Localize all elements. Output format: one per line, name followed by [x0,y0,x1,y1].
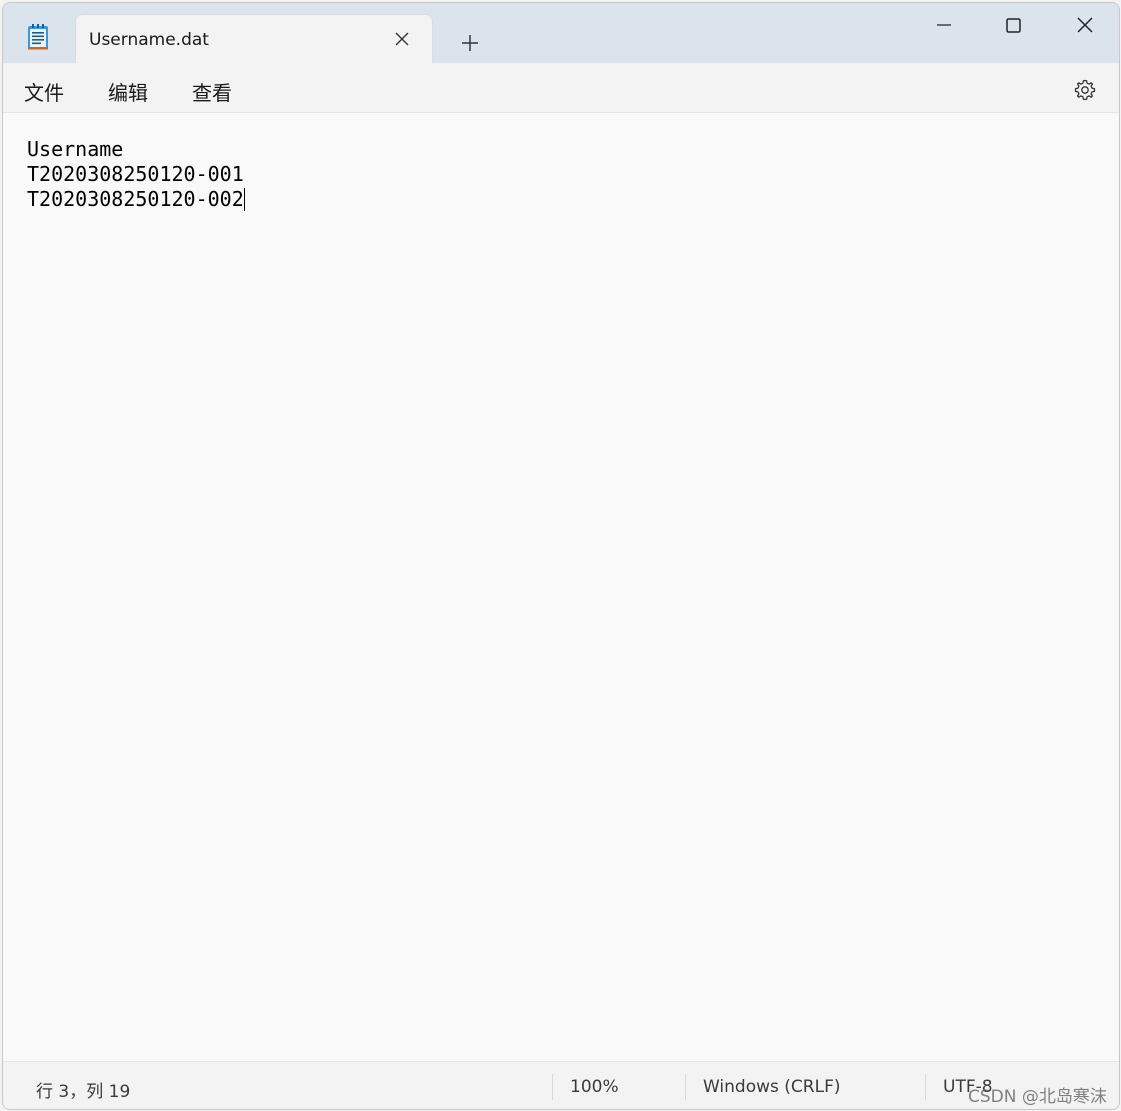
notepad-icon [28,24,48,50]
zoom-level[interactable]: 100% [570,1077,619,1097]
menu-edit[interactable]: 编辑 [108,77,148,106]
menu-bar: 文件 编辑 查看 [3,63,1119,113]
close-icon[interactable] [392,29,412,49]
text-line-content: T2020308250120-002 [27,187,244,211]
title-bar: Username.dat [3,3,1119,63]
text-line: T2020308250120-001 [27,162,244,186]
text-caret [243,188,245,211]
text-line: Username [27,137,124,161]
status-divider [552,1074,553,1100]
cursor-position: 行 3，列 19 [36,1082,131,1102]
close-icon[interactable] [1069,13,1101,41]
status-divider [925,1074,926,1100]
tab-username-dat[interactable]: Username.dat [75,14,433,63]
notepad-window: Username.dat 文件 编辑 查看 Username T20203082… [2,2,1120,1110]
status-bar: 行 3，列 19 100% Windows (CRLF) UTF-8 [3,1061,1119,1109]
plus-icon[interactable] [455,29,485,57]
maximize-icon[interactable] [997,13,1029,41]
menu-file[interactable]: 文件 [24,77,64,106]
gear-icon[interactable] [1073,78,1097,102]
status-divider [685,1074,686,1100]
text-editor[interactable]: Username T2020308250120-001 T20203082501… [3,113,1119,1061]
minimize-icon[interactable] [928,13,960,41]
menu-view[interactable]: 查看 [192,77,232,106]
watermark: CSDN @北岛寒沫 [968,1087,1107,1107]
tab-title: Username.dat [89,30,209,50]
editor-content[interactable]: Username T2020308250120-001 T20203082501… [27,137,245,212]
text-line: T2020308250120-002 [27,187,245,212]
line-ending[interactable]: Windows (CRLF) [703,1077,841,1097]
